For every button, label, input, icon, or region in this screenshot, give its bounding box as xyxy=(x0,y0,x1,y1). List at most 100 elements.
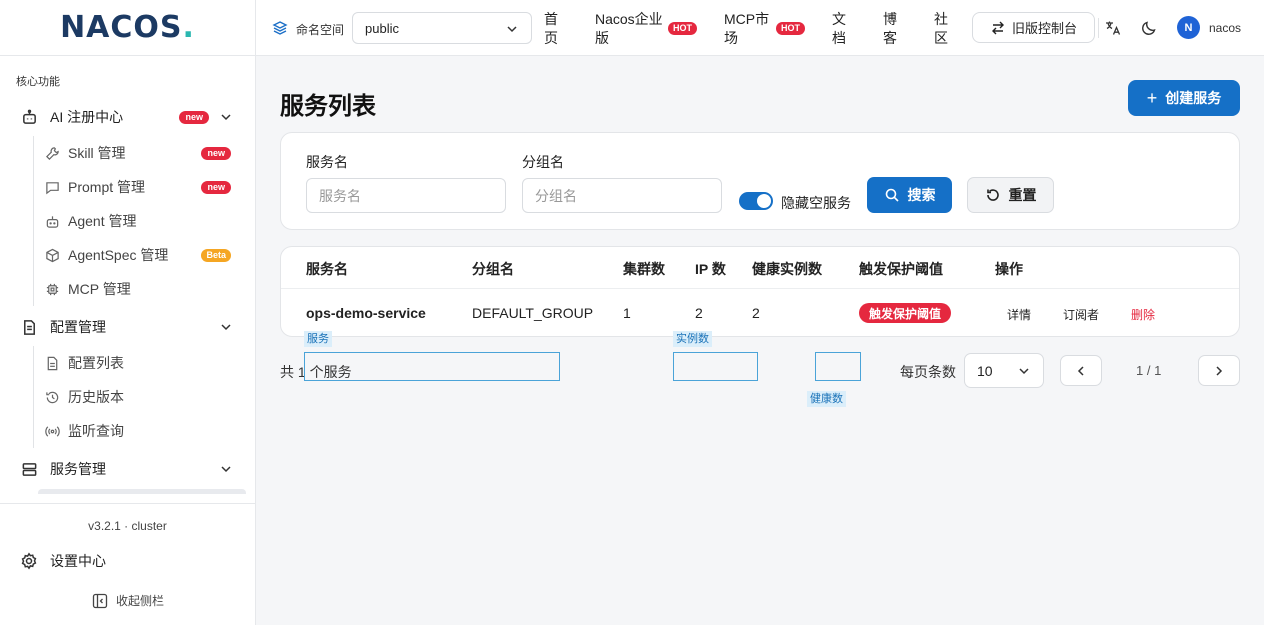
hot-badge: HOT xyxy=(668,22,697,35)
chip-icon xyxy=(44,281,60,297)
sidebar-group-service[interactable]: 服务管理 xyxy=(8,452,247,486)
service-name-input[interactable]: 服务名 xyxy=(306,178,506,213)
section-title: 核心功能 xyxy=(16,76,60,88)
reset-button[interactable]: 重置 xyxy=(967,177,1054,213)
layers-icon xyxy=(272,21,288,35)
tree-line xyxy=(33,346,34,448)
sidebar-group-config[interactable]: 配置管理 xyxy=(8,310,247,344)
refresh-icon xyxy=(986,189,999,201)
version-label: v3.2.1 · cluster xyxy=(88,519,167,533)
annotation-tag-instances: 实例数 xyxy=(673,331,712,347)
service-name-cell: ops-demo-service xyxy=(306,305,426,321)
broadcast-icon xyxy=(44,423,60,439)
detail-link[interactable]: 详情 xyxy=(1007,306,1031,323)
chevron-right-icon xyxy=(1216,365,1223,376)
chevron-down-icon xyxy=(221,324,231,331)
page-title: 服务列表 xyxy=(280,93,376,120)
nav-docs[interactable]: 文档 xyxy=(832,10,848,48)
sidebar-item-agent[interactable]: Agent 管理 xyxy=(44,206,247,236)
chevron-down-icon xyxy=(221,466,231,473)
new-badge: new xyxy=(201,181,231,194)
delete-link[interactable]: 删除 xyxy=(1131,306,1155,323)
translate-icon[interactable] xyxy=(1104,19,1122,37)
nav-mcp-market[interactable]: MCP市场 xyxy=(724,10,772,48)
document-icon xyxy=(20,318,38,336)
moon-icon[interactable] xyxy=(1140,19,1158,37)
threshold-badge: 触发保护阈值 xyxy=(859,303,952,323)
sidebar-footer: v3.2.1 · cluster 设置中心 收起侧栏 xyxy=(0,503,255,608)
chevron-down-icon xyxy=(507,26,517,33)
column-header: IP 数 xyxy=(695,261,726,277)
ip-count-cell: 2 xyxy=(695,305,703,321)
next-page-button[interactable] xyxy=(1198,355,1240,386)
prev-page-button[interactable] xyxy=(1060,355,1102,386)
healthy-count-cell: 2 xyxy=(752,305,760,321)
robot-icon xyxy=(20,108,38,126)
username[interactable]: nacos xyxy=(1209,21,1241,35)
settings-center-button[interactable]: 设置中心 xyxy=(20,551,106,571)
column-header: 分组名 xyxy=(472,261,514,277)
column-header: 操作 xyxy=(995,261,1023,277)
sidebar-group-label: 配置管理 xyxy=(50,319,106,335)
sidebar-item-mcp[interactable]: MCP 管理 xyxy=(44,274,247,304)
file-icon xyxy=(44,355,60,371)
page-size-label: 每页条数 xyxy=(900,364,956,380)
page-size-select[interactable]: 10 xyxy=(964,353,1044,388)
top-header: 命名空间 public 首页 Nacos企业版 HOT MCP市场 HOT 文档… xyxy=(256,0,1264,56)
server-icon xyxy=(20,460,38,478)
sidebar-group-label: AI 注册中心 xyxy=(50,109,124,125)
active-item-hint xyxy=(38,489,246,494)
column-header: 触发保护阈值 xyxy=(859,261,943,277)
sidebar-group-ai-registry[interactable]: AI 注册中心 new xyxy=(8,100,247,134)
hot-badge: HOT xyxy=(776,22,805,35)
group-name-input[interactable]: 分组名 xyxy=(522,178,722,213)
cluster-count-cell: 1 xyxy=(623,305,631,321)
namespace-label: 命名空间 xyxy=(296,23,345,37)
sidebar: NACOS. 核心功能 AI 注册中心 new Skill 管理 new Pro… xyxy=(0,0,256,625)
nav-community[interactable]: 社区 xyxy=(934,10,950,48)
chevron-down-icon xyxy=(1019,368,1029,375)
search-button[interactable]: 搜索 xyxy=(867,177,952,213)
divider xyxy=(281,288,1239,289)
annotation-tag-service: 服务 xyxy=(304,331,332,347)
namespace-select[interactable]: public xyxy=(352,12,532,44)
tree-line xyxy=(33,136,34,306)
chevron-left-icon xyxy=(1077,365,1084,376)
collapse-sidebar-button[interactable]: 收起侧栏 xyxy=(92,592,164,609)
nav-home[interactable]: 首页 xyxy=(544,10,560,48)
chevron-down-icon xyxy=(221,114,231,121)
sidebar-item-prompt[interactable]: Prompt 管理 new xyxy=(44,172,247,202)
avatar[interactable]: N xyxy=(1177,16,1200,39)
cube-icon xyxy=(44,247,60,263)
annotation-box-service xyxy=(304,352,560,381)
nacos-logo[interactable]: NACOS. xyxy=(0,0,255,56)
nav-enterprise[interactable]: Nacos企业版 xyxy=(595,10,665,48)
message-icon xyxy=(44,179,60,195)
service-table: 服务名 分组名 集群数 IP 数 健康实例数 触发保护阈值 操作 ops-dem… xyxy=(280,246,1240,337)
group-name-label: 分组名 xyxy=(522,154,564,170)
swap-icon xyxy=(991,21,1004,34)
page-info: 1 / 1 xyxy=(1136,363,1162,378)
column-header: 集群数 xyxy=(623,261,665,277)
sidebar-item-config-list[interactable]: 配置列表 xyxy=(44,348,247,378)
search-icon xyxy=(885,188,899,202)
sidebar-item-agentspec[interactable]: AgentSpec 管理 Beta xyxy=(44,240,247,270)
sidebar-item-skill[interactable]: Skill 管理 new xyxy=(44,138,247,168)
sidebar-item-listener[interactable]: 监听查询 xyxy=(44,416,247,446)
plus-icon: + xyxy=(1146,88,1158,108)
annotation-box-instances xyxy=(673,352,758,381)
column-header: 服务名 xyxy=(306,261,348,277)
wrench-icon xyxy=(44,145,60,161)
subscribers-link[interactable]: 订阅者 xyxy=(1063,306,1099,323)
sidebar-group-label: 服务管理 xyxy=(50,461,106,477)
old-console-button[interactable]: 旧版控制台 xyxy=(972,12,1095,43)
nav-blog[interactable]: 博客 xyxy=(883,10,899,48)
sidebar-item-history[interactable]: 历史版本 xyxy=(44,382,247,412)
column-header: 健康实例数 xyxy=(752,261,822,277)
gear-icon xyxy=(21,552,37,570)
group-name-cell: DEFAULT_GROUP xyxy=(472,305,594,321)
hide-empty-label: 隐藏空服务 xyxy=(781,195,851,211)
hide-empty-toggle[interactable] xyxy=(739,192,773,210)
create-service-button[interactable]: + 创建服务 xyxy=(1128,80,1240,116)
sidebar-collapse-icon xyxy=(92,593,108,608)
